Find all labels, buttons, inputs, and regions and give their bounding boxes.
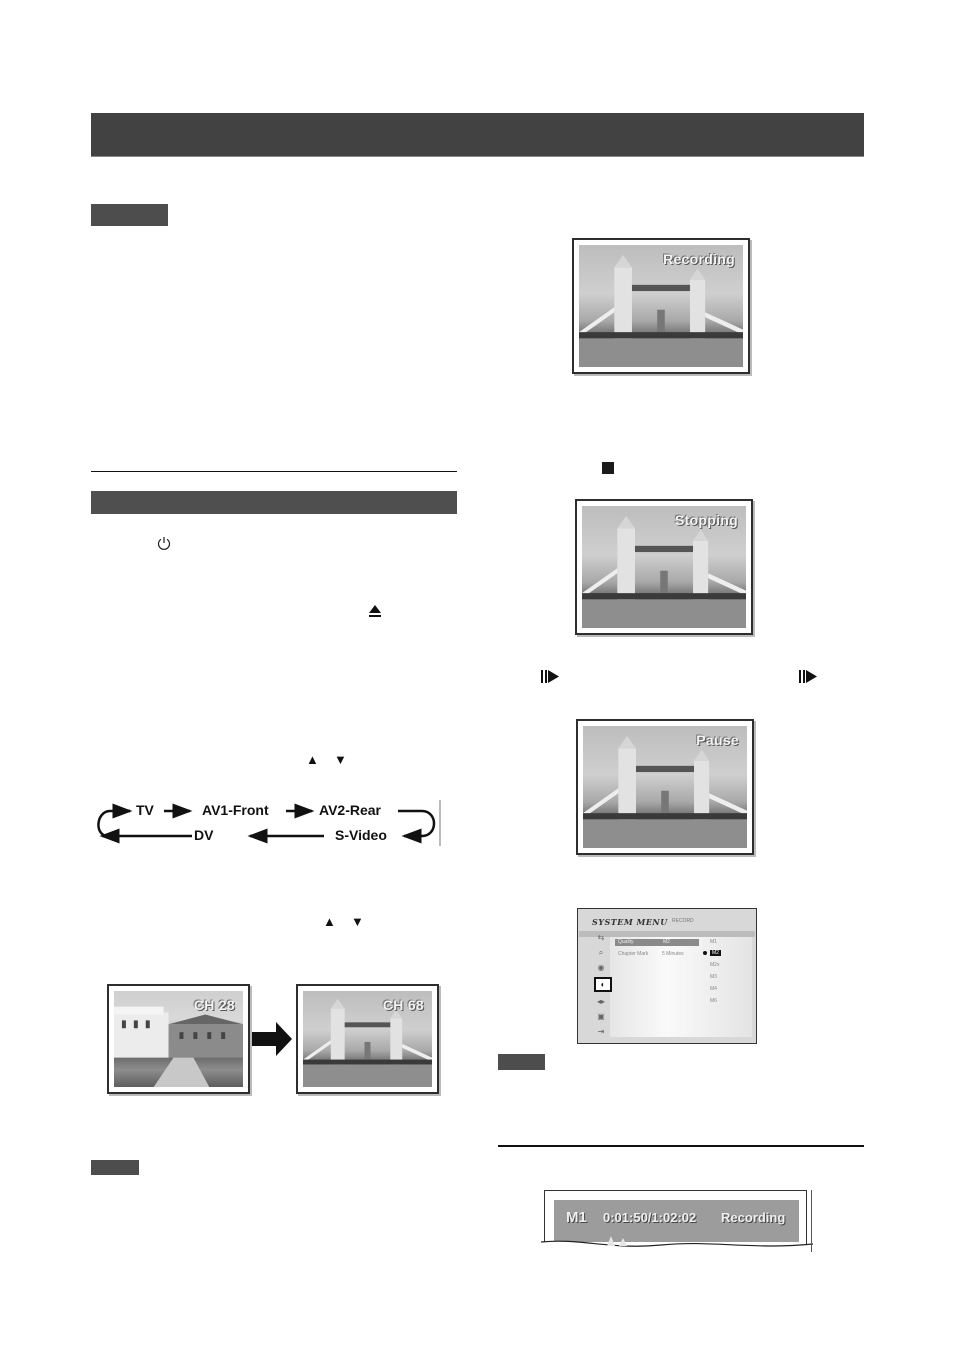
bridge-photo: CH 68	[303, 991, 432, 1087]
quality-option[interactable]: M4	[710, 986, 717, 992]
menu-row-label: Quality	[618, 939, 634, 945]
selected-bullet-icon	[703, 951, 707, 955]
power-icon	[156, 535, 172, 551]
up-triangle-icon: ▲	[306, 752, 319, 767]
osd-strip-screenshot: M1 0:01:50/1:02:02 Recording	[541, 1190, 813, 1252]
pause-step-icon	[799, 670, 817, 683]
bridge-photo: Stopping	[582, 506, 746, 628]
manor-photo: CH 28	[114, 991, 243, 1087]
system-menu-subtitle: RECORD	[672, 918, 694, 924]
quality-option[interactable]: M6	[710, 998, 717, 1004]
note-tag	[498, 1054, 545, 1070]
pause-screen: Pause	[576, 719, 754, 855]
source-av2-rear: AV2-Rear	[319, 802, 381, 818]
section-divider	[498, 1145, 864, 1147]
menu-row-chapter-mark[interactable]: Chapter Mark 5 Minutes	[615, 951, 699, 958]
bridge-photo: Recording	[579, 245, 743, 367]
down-triangle-icon: ▼	[334, 752, 347, 767]
av-icon[interactable]: ⇆	[594, 932, 608, 943]
system-menu-title: SYSTEM MENU	[592, 917, 668, 927]
source-cycle-diagram: TV AV1-Front AV2-Rear DV S-Video	[92, 798, 442, 848]
menu-row-value: M2	[663, 939, 670, 945]
source-av1-front: AV1-Front	[202, 802, 269, 818]
quality-option-selected[interactable]: M2	[710, 950, 721, 956]
quality-option[interactable]: M2x	[710, 962, 719, 968]
quality-option[interactable]: M3	[710, 974, 717, 980]
recording-screen: Recording	[572, 238, 750, 374]
osd-status: Pause	[696, 732, 739, 748]
system-menu-sidebar: ⇆ ⌕ ◉ ◐ ◂▸ ▣ ⇥	[592, 932, 612, 1041]
source-s-video: S-Video	[335, 827, 387, 843]
note-tag	[91, 204, 168, 226]
osd-status: Stopping	[674, 512, 738, 528]
up-triangle-icon: ▲	[323, 914, 336, 929]
exit-icon[interactable]: ⇥	[594, 1026, 608, 1037]
osd-status: Recording	[721, 1210, 786, 1225]
channel-28-screen: CH 28	[107, 984, 250, 1094]
stop-icon	[602, 462, 614, 474]
note-tag	[91, 1160, 139, 1175]
camera-icon[interactable]: ▣	[594, 1011, 608, 1022]
menu-row-value: 5 Minutes	[662, 951, 684, 957]
page-header-bar	[91, 113, 864, 157]
osd-mode: M1	[566, 1209, 587, 1226]
menu-row-label: Chapter Mark	[618, 951, 649, 957]
source-dv: DV	[194, 827, 214, 843]
quality-option[interactable]: M1	[710, 939, 717, 945]
channel-68-screen: CH 68	[296, 984, 439, 1094]
down-triangle-icon: ▼	[351, 914, 364, 929]
eject-icon	[368, 604, 382, 618]
section-divider	[91, 471, 457, 472]
osd-status: Recording	[663, 251, 735, 267]
disc-icon[interactable]: ◉	[594, 962, 608, 973]
source-tv: TV	[136, 802, 154, 818]
osd-time: 0:01:50/1:02:02	[603, 1210, 697, 1225]
channel-osd-to: CH 68	[382, 997, 424, 1013]
stopping-screen: Stopping	[575, 499, 753, 635]
search-icon[interactable]: ⌕	[594, 947, 608, 958]
strip-edge	[811, 1190, 812, 1252]
pause-step-icon	[541, 670, 559, 683]
section-heading-bar	[91, 491, 457, 514]
torn-edge	[541, 1236, 813, 1252]
audio-icon[interactable]: ◂▸	[594, 996, 608, 1007]
record-icon[interactable]: ◐	[594, 977, 612, 992]
channel-osd-from: CH 28	[193, 997, 235, 1013]
menu-row-quality[interactable]: Quality M2	[615, 939, 699, 946]
bridge-photo: Pause	[583, 726, 747, 848]
system-menu-screenshot: SYSTEM MENU RECORD ⇆ ⌕ ◉ ◐ ◂▸ ▣ ⇥ Qualit…	[577, 908, 757, 1044]
right-arrow-icon	[252, 1022, 292, 1056]
